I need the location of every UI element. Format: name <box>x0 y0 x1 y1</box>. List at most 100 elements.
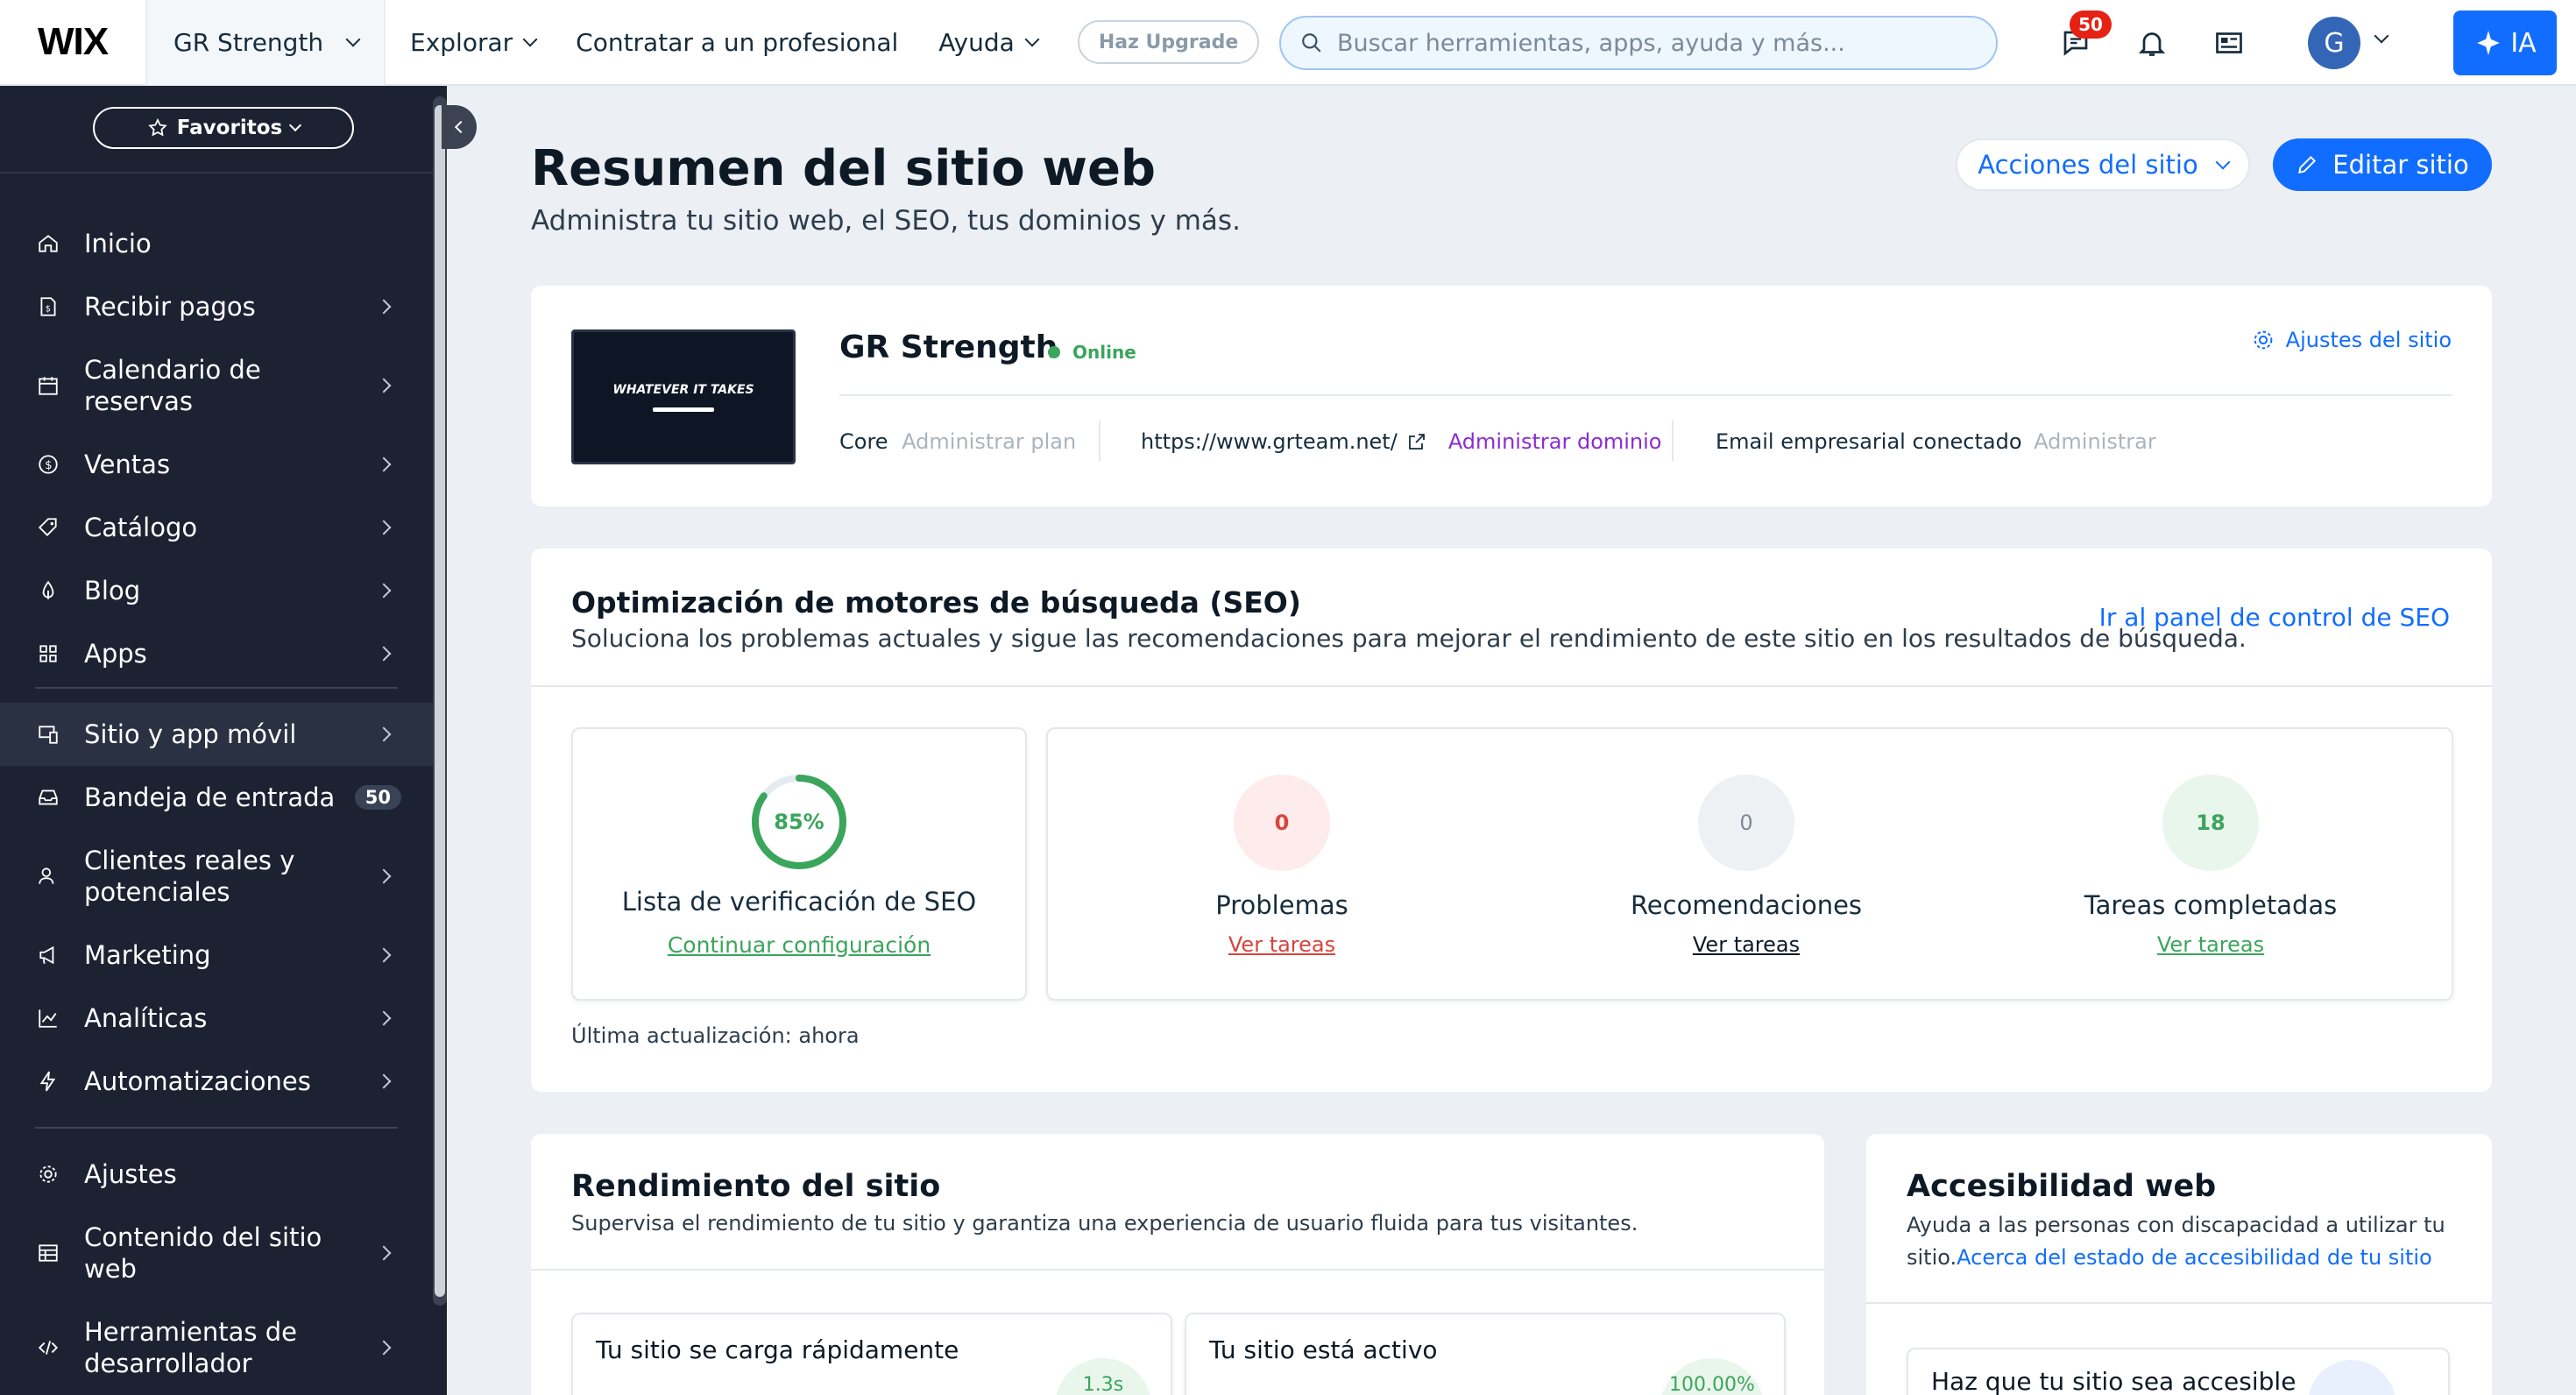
sidebar-item-analiticas[interactable]: Analíticas <box>0 987 433 1050</box>
edit-site-button[interactable]: Editar sitio <box>2273 138 2492 191</box>
sidebar-divider <box>0 172 433 173</box>
nav-ayuda-label: Ayuda <box>938 27 1015 57</box>
chevron-down-icon <box>345 32 361 46</box>
nav-explorar[interactable]: Explorar <box>410 27 538 57</box>
completed-count: 18 <box>2162 775 2259 871</box>
accessibility-card: Accesibilidad web Ayuda a las personas c… <box>1866 1134 2492 1395</box>
chevron-down-icon <box>2215 154 2231 169</box>
site-settings-link[interactable]: Ajustes del sitio <box>2251 328 2452 352</box>
gear-icon <box>35 1161 61 1187</box>
ai-button[interactable]: IA <box>2453 11 2557 75</box>
collapse-sidebar-button[interactable] <box>442 105 477 149</box>
page-subtitle: Administra tu sitio web, el SEO, tus dom… <box>531 205 1241 237</box>
nav-ayuda[interactable]: Ayuda <box>938 27 1040 57</box>
uptime-title: Tu sitio está activo <box>1209 1335 1438 1364</box>
seo-checklist-box: 85% Lista de verificación de SEO Continu… <box>571 727 1027 1001</box>
chevron-right-icon <box>376 378 392 393</box>
sidebar-item-recibir-pagos[interactable]: $ Recibir pagos <box>0 275 433 338</box>
sidebar-item-label: Ajustes <box>84 1159 177 1189</box>
accessibility-title: Accesibilidad web <box>1907 1169 2217 1204</box>
search-icon <box>1302 33 1321 53</box>
site-actions-label: Acciones del sitio <box>1978 150 2198 180</box>
performance-subtitle: Supervisa el rendimiento de tu sitio y g… <box>571 1211 1638 1236</box>
sidebar-item-bandeja[interactable]: Bandeja de entrada 50 <box>0 766 433 829</box>
load-speed-title: Tu sitio se carga rápidamente <box>596 1335 959 1364</box>
seo-stats-box: 0 Problemas Ver tareas 0 Recomendaciones… <box>1046 727 2453 1001</box>
seo-divider <box>531 685 2492 687</box>
sidebar-item-calendario[interactable]: Calendario de reservas <box>0 338 433 433</box>
sidebar-item-herramientas[interactable]: Herramientas de desarrollador <box>0 1300 433 1395</box>
external-link-icon[interactable] <box>1406 431 1427 452</box>
gear-icon <box>2254 330 2272 350</box>
sidebar-item-contenido[interactable]: Contenido del sitio web <box>0 1206 433 1300</box>
chevron-right-icon <box>376 1340 392 1356</box>
recommendations-link[interactable]: Ver tareas <box>1615 932 1878 957</box>
sidebar-item-sitio-app[interactable]: Sitio y app móvil <box>0 703 433 766</box>
site-name: GR Strength <box>839 329 1058 365</box>
inbox-icon <box>35 784 61 811</box>
manage-email-link[interactable]: Administrar <box>2034 429 2156 454</box>
sidebar-item-clientes[interactable]: Clientes reales y potenciales <box>0 829 433 924</box>
sidebar-item-inicio[interactable]: Inicio <box>0 212 433 275</box>
code-icon <box>35 1335 61 1361</box>
problems-count: 0 <box>1234 775 1330 871</box>
chevron-right-icon <box>376 1245 392 1261</box>
completed-link[interactable]: Ver tareas <box>2079 932 2342 957</box>
sidebar-scroll-thumb[interactable] <box>435 105 445 1297</box>
payments-icon: $ <box>35 294 61 320</box>
continue-setup-link[interactable]: Continuar configuración <box>573 932 1025 958</box>
manage-plan-link[interactable]: Administrar plan <box>902 429 1076 454</box>
table-icon <box>35 1240 61 1266</box>
favorites-label: Favoritos <box>176 117 283 139</box>
sidebar-divider <box>35 687 398 689</box>
news-icon[interactable] <box>2209 23 2249 63</box>
plan-info: Core Administrar plan <box>839 429 1076 454</box>
seo-subtitle: Soluciona los problemas actuales y sigue… <box>571 624 2247 653</box>
chevron-down-icon <box>1024 32 1040 46</box>
bell-icon[interactable] <box>2132 23 2172 63</box>
site-thumbnail[interactable]: WHATEVER IT TAKES <box>571 329 796 464</box>
sidebar-item-ajustes[interactable]: Ajustes <box>0 1143 433 1206</box>
wix-logo[interactable]: WIX <box>0 0 147 85</box>
performance-title: Rendimiento del sitio <box>571 1169 941 1204</box>
svg-text:$: $ <box>46 304 51 314</box>
chevron-down-icon[interactable] <box>2374 28 2389 44</box>
sidebar: Favoritos Inicio $ Recibir pagos Calenda… <box>0 86 447 1395</box>
accessibility-status-link[interactable]: Acerca del estado de accesibilidad de tu… <box>1957 1245 2432 1270</box>
sidebar-item-catalogo[interactable]: Catálogo <box>0 496 433 559</box>
seo-panel-link[interactable]: Ir al panel de control de SEO <box>2099 603 2450 632</box>
site-url[interactable]: https://www.grteam.net/ <box>1141 429 1398 454</box>
sidebar-item-label: Herramientas de desarrollador <box>84 1317 298 1378</box>
site-settings-label: Ajustes del sitio <box>2285 328 2452 352</box>
sidebar-item-automatizaciones[interactable]: Automatizaciones <box>0 1050 433 1113</box>
sidebar-item-ventas[interactable]: $ Ventas <box>0 433 433 496</box>
manage-domain-link[interactable]: Administrar dominio <box>1448 429 1662 454</box>
nav-explorar-label: Explorar <box>410 27 513 57</box>
load-speed-card: Tu sitio se carga rápidamente 1.3s <box>571 1313 1172 1395</box>
divider <box>1099 421 1100 461</box>
search-placeholder: Buscar herramientas, apps, ayuda y más..… <box>1337 29 1845 57</box>
problems-link[interactable]: Ver tareas <box>1150 932 1413 957</box>
nav-contratar-label: Contratar a un profesional <box>576 27 899 57</box>
bolt-icon <box>35 1068 61 1094</box>
make-accessible-card[interactable]: Haz que tu sitio sea accesible <box>1907 1348 2450 1395</box>
sidebar-divider <box>35 1127 398 1129</box>
accessibility-illustration <box>2308 1360 2396 1395</box>
sidebar-item-marketing[interactable]: Marketing <box>0 924 433 987</box>
search-input[interactable]: Buscar herramientas, apps, ayuda y más..… <box>1279 16 1998 70</box>
seo-title: Optimización de motores de búsqueda (SEO… <box>571 585 1301 620</box>
home-icon <box>35 230 61 257</box>
avatar[interactable]: G <box>2308 17 2360 69</box>
site-selector[interactable]: GR Strength <box>147 0 386 85</box>
upgrade-button[interactable]: Haz Upgrade <box>1077 20 1260 64</box>
thumbnail-bar <box>653 407 714 412</box>
sidebar-item-apps[interactable]: Apps <box>0 622 433 685</box>
domain-info: https://www.grteam.net/ Administrar domi… <box>1141 429 1661 454</box>
nav-contratar[interactable]: Contratar a un profesional <box>576 28 898 57</box>
inbox-badge: 50 <box>354 785 401 810</box>
devices-icon <box>35 721 61 747</box>
email-status: Email empresarial conectado <box>1716 429 2022 454</box>
sidebar-item-blog[interactable]: Blog <box>0 559 433 622</box>
site-actions-button[interactable]: Acciones del sitio <box>1956 138 2250 191</box>
favorites-button[interactable]: Favoritos <box>93 107 354 149</box>
